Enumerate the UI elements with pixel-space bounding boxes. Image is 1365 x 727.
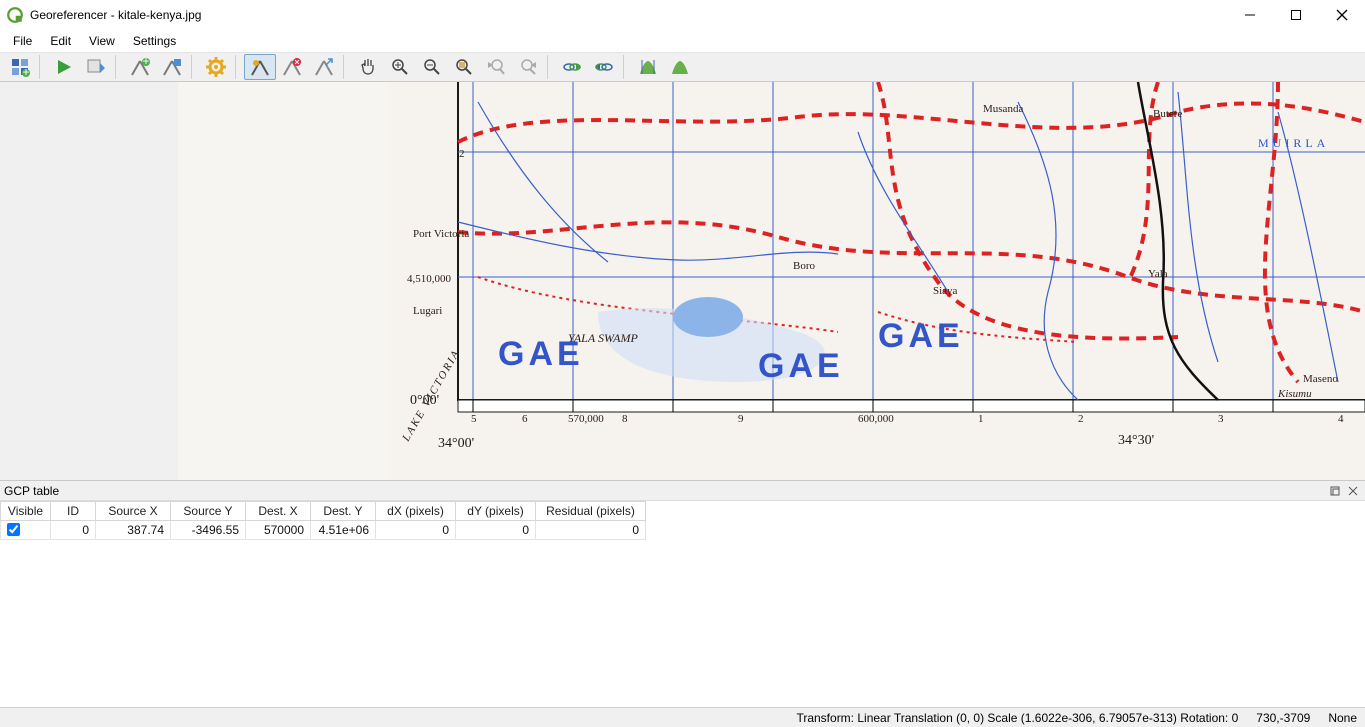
map-label-gae: GAE bbox=[878, 317, 964, 355]
cell-source-y[interactable]: -3496.55 bbox=[171, 521, 246, 540]
maximize-button[interactable] bbox=[1273, 0, 1319, 30]
menu-view[interactable]: View bbox=[80, 32, 124, 50]
status-transform: Transform: Linear Translation (0, 0) Sca… bbox=[796, 711, 1238, 725]
status-bar: Transform: Linear Translation (0, 0) Sca… bbox=[0, 707, 1365, 727]
gcp-table-empty-area bbox=[0, 540, 1365, 695]
col-dest-y[interactable]: Dest. Y bbox=[311, 502, 376, 521]
map-label-muirla: MUIRLA bbox=[1258, 136, 1329, 150]
map-label-siaya: Siaya bbox=[933, 285, 958, 297]
cell-source-x[interactable]: 387.74 bbox=[96, 521, 171, 540]
gcp-table-row[interactable]: 0 387.74 -3496.55 570000 4.51e+06 0 0 0 bbox=[1, 521, 1365, 540]
full-histogram-button[interactable] bbox=[632, 54, 664, 80]
gcp-panel: GCP table Visible ID Source X Source Y D… bbox=[0, 480, 1365, 695]
panel-close-icon[interactable] bbox=[1345, 483, 1361, 499]
menu-bar: File Edit View Settings bbox=[0, 30, 1365, 52]
cell-visible[interactable] bbox=[1, 521, 51, 540]
col-residual[interactable]: Residual (pixels) bbox=[536, 502, 646, 521]
map-label-butere: Butere bbox=[1153, 108, 1182, 120]
qgis-logo-icon bbox=[6, 6, 24, 24]
map-label-port-victoria: Port Victoria bbox=[413, 228, 469, 240]
map-tick: 6 bbox=[522, 413, 528, 425]
gcp-panel-header[interactable]: GCP table bbox=[0, 481, 1365, 501]
svg-text:+: + bbox=[142, 57, 149, 68]
pan-button[interactable] bbox=[352, 54, 384, 80]
map-coord-34-30: 34°30' bbox=[1118, 433, 1154, 448]
map-tick: 5 bbox=[471, 413, 477, 425]
title-bar: Georeferencer - kitale-kenya.jpg bbox=[0, 0, 1365, 30]
map-label-kisumu: Kisumu bbox=[1277, 388, 1312, 400]
map-coord-34-00: 34°00' bbox=[438, 436, 474, 451]
link-georef-to-qgis-button[interactable] bbox=[556, 54, 588, 80]
map-canvas-area[interactable]: GAE GAE GAE MUIRLA YALA SWAMP Port Victo… bbox=[0, 82, 1365, 480]
link-qgis-to-georef-button[interactable] bbox=[588, 54, 620, 80]
col-id[interactable]: ID bbox=[51, 502, 96, 521]
start-georef-button[interactable] bbox=[48, 54, 80, 80]
map-tick: 2 bbox=[1078, 413, 1084, 425]
map-y-4510000: 4,510,000 bbox=[407, 273, 452, 285]
zoom-in-button[interactable] bbox=[384, 54, 416, 80]
map-x-570000: 570,000 bbox=[568, 413, 604, 425]
map-label-lugari: Lugari bbox=[413, 305, 442, 317]
map-canvas[interactable]: GAE GAE GAE MUIRLA YALA SWAMP Port Victo… bbox=[178, 82, 1365, 480]
map-label-yala-swamp: YALA SWAMP bbox=[568, 331, 638, 345]
delete-gcp-point-button[interactable] bbox=[276, 54, 308, 80]
move-gcp-point-button[interactable] bbox=[308, 54, 340, 80]
minimize-button[interactable] bbox=[1227, 0, 1273, 30]
save-gcp-button[interactable] bbox=[80, 54, 112, 80]
add-gcp-point-button[interactable] bbox=[244, 54, 276, 80]
zoom-to-layer-button[interactable] bbox=[448, 54, 480, 80]
col-dest-x[interactable]: Dest. X bbox=[246, 502, 311, 521]
cell-id[interactable]: 0 bbox=[51, 521, 96, 540]
panel-undock-icon[interactable] bbox=[1327, 483, 1343, 499]
settings-gear-button[interactable] bbox=[200, 54, 232, 80]
local-histogram-button[interactable] bbox=[664, 54, 696, 80]
map-label-gae: GAE bbox=[758, 347, 844, 385]
cell-dx[interactable]: 0 bbox=[376, 521, 456, 540]
col-visible[interactable]: Visible bbox=[1, 502, 51, 521]
map-tick: 8 bbox=[622, 413, 628, 425]
toolbar: + + bbox=[0, 52, 1365, 82]
cell-dest-y[interactable]: 4.51e+06 bbox=[311, 521, 376, 540]
zoom-last-button[interactable] bbox=[480, 54, 512, 80]
map-x-600000: 600,000 bbox=[858, 413, 894, 425]
col-source-x[interactable]: Source X bbox=[96, 502, 171, 521]
close-button[interactable] bbox=[1319, 0, 1365, 30]
svg-text:+: + bbox=[22, 65, 29, 77]
map-tick: 3 bbox=[1218, 413, 1224, 425]
map-tick: 4 bbox=[1338, 413, 1344, 425]
map-tick: 1 bbox=[978, 413, 984, 425]
gcp-panel-title: GCP table bbox=[4, 484, 59, 498]
map-label-boro: Boro bbox=[793, 260, 816, 272]
cell-dy[interactable]: 0 bbox=[456, 521, 536, 540]
cell-residual[interactable]: 0 bbox=[536, 521, 646, 540]
gcp-table[interactable]: Visible ID Source X Source Y Dest. X Des… bbox=[0, 501, 1365, 540]
cell-dest-x[interactable]: 570000 bbox=[246, 521, 311, 540]
map-ytick: 2 bbox=[459, 148, 465, 160]
gcp-visible-checkbox[interactable] bbox=[7, 523, 20, 536]
map-label-musanda: Musanda bbox=[983, 103, 1023, 115]
menu-file[interactable]: File bbox=[4, 32, 41, 50]
col-source-y[interactable]: Source Y bbox=[171, 502, 246, 521]
window-title: Georeferencer - kitale-kenya.jpg bbox=[30, 8, 201, 22]
menu-settings[interactable]: Settings bbox=[124, 32, 185, 50]
col-dy[interactable]: dY (pixels) bbox=[456, 502, 536, 521]
gcp-table-header-row: Visible ID Source X Source Y Dest. X Des… bbox=[1, 502, 1365, 521]
menu-edit[interactable]: Edit bbox=[41, 32, 80, 50]
add-point-icon[interactable]: + bbox=[124, 54, 156, 80]
map-label-yala: Yala bbox=[1148, 268, 1168, 280]
zoom-out-button[interactable] bbox=[416, 54, 448, 80]
status-coords: 730,-3709 bbox=[1256, 711, 1310, 725]
map-label-maseno: Maseno bbox=[1303, 373, 1338, 385]
load-gcp-button[interactable] bbox=[156, 54, 188, 80]
open-raster-button[interactable]: + bbox=[4, 54, 36, 80]
status-extra: None bbox=[1328, 711, 1357, 725]
col-dx[interactable]: dX (pixels) bbox=[376, 502, 456, 521]
map-tick: 9 bbox=[738, 413, 744, 425]
zoom-next-button[interactable] bbox=[512, 54, 544, 80]
